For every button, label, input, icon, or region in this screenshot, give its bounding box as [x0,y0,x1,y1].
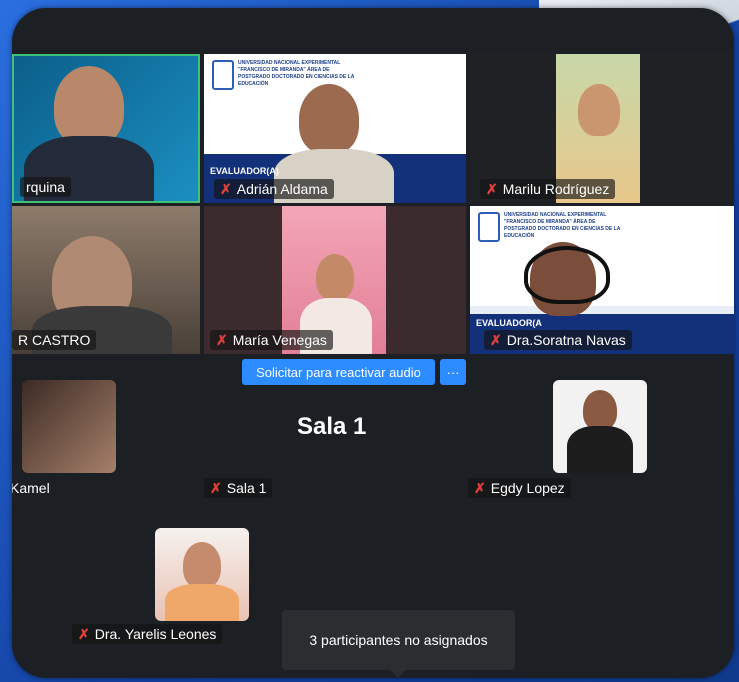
tooltip-text: 3 participantes no asignados [309,632,488,648]
participant-name: Marilu Rodríguez [502,181,610,197]
participant-name: Egdy Lopez [490,480,565,496]
role-label: EVALUADOR(A) [210,166,279,176]
participant-name: rquina [26,179,65,195]
request-unmute-label: Solicitar para reactivar audio [256,364,421,380]
more-options-button[interactable]: ··· [440,359,466,385]
participant-name: María Venegas [232,332,327,348]
room-name: Sala 1 [226,480,267,496]
participant-name-label: Kamel [12,478,56,498]
participant-name-label: ✗ Dra.Soratna Navas [484,330,632,350]
mic-muted-icon: ✗ [486,181,498,197]
video-tile-4[interactable]: R CASTRO [12,206,200,354]
participant-name-label: ✗ Dra. Yarelis Leones [72,624,223,644]
participant-name: Dra. Yarelis Leones [94,626,217,642]
participant-face [316,254,354,300]
participant-name: Dra.Soratna Navas [506,332,626,348]
participant-face [578,84,620,136]
video-tile-1[interactable]: rquina [12,54,200,203]
participant-name-label: rquina [20,177,71,197]
mic-muted-icon: ✗ [474,480,486,496]
room-name-label: ✗ Sala 1 [204,478,273,498]
participant-name: Kamel [12,480,50,496]
participant-name: R CASTRO [18,332,91,348]
participant-video [54,66,124,146]
university-logo [478,212,500,242]
participant-thumbnail-kamel [22,380,116,473]
video-tile-5[interactable]: ✗ María Venegas [204,206,466,354]
participant-name: Adrián Aldama [236,181,328,197]
mic-muted-icon: ✗ [210,480,222,496]
participant-thumbnail-yarelis [155,528,249,621]
room-title: Sala 1 [297,413,367,440]
video-tile-2[interactable]: UNIVERSIDAD NACIONAL EXPERIMENTAL "FRANC… [204,54,466,203]
participant-name-label: ✗ María Venegas [210,330,333,350]
video-tile-6[interactable]: UNIVERSIDAD NACIONAL EXPERIMENTAL "FRANC… [470,206,734,354]
participant-video [299,84,359,154]
participant-name-label: ✗ Adrián Aldama [214,179,334,199]
participant-body [567,426,633,473]
mic-muted-icon: ✗ [78,626,90,642]
university-logo [212,60,234,90]
request-unmute-button[interactable]: Solicitar para reactivar audio [242,359,435,385]
video-tile-3[interactable]: ✗ Marilu Rodríguez [470,54,734,203]
slide-text: UNIVERSIDAD NACIONAL EXPERIMENTAL "FRANC… [238,60,355,87]
participant-thumbnail-egdy [553,380,647,473]
more-options-icon: ··· [446,364,460,380]
mic-muted-icon: ✗ [216,332,228,348]
mic-muted-icon: ✗ [490,332,502,348]
participant-body [165,584,239,621]
participant-name-label: ✗ Marilu Rodríguez [480,179,616,199]
participant-name-label: R CASTRO [12,330,97,350]
mic-muted-icon: ✗ [220,181,232,197]
zoom-meeting-window: rquina UNIVERSIDAD NACIONAL EXPERIMENTAL… [12,8,734,678]
participant-face [183,542,221,588]
participant-name-label: ✗ Egdy Lopez [468,478,571,498]
slide-text: UNIVERSIDAD NACIONAL EXPERIMENTAL "FRANC… [504,212,621,239]
role-label: EVALUADOR(A [476,318,542,328]
participant-face [583,390,617,430]
headset [524,246,610,304]
unassigned-participants-tooltip: 3 participantes no asignados [282,610,515,678]
